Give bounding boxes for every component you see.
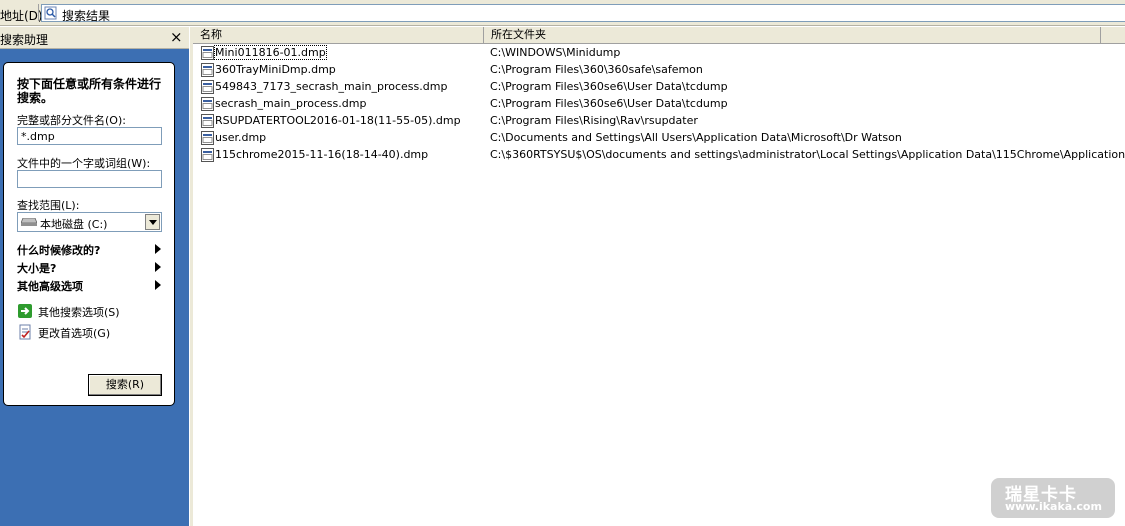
dump-file-icon [201, 114, 214, 128]
address-separator [38, 4, 39, 21]
filename-label: 完整或部分文件名(O): [17, 114, 126, 127]
column-header-folder[interactable]: 所在文件夹 [484, 27, 1101, 43]
search-instructions: 按下面任意或所有条件进行搜索。 [17, 77, 162, 105]
table-row[interactable]: Mini011816-01.dmp C:\WINDOWS\Minidump [193, 45, 1125, 62]
phrase-input[interactable] [17, 170, 162, 188]
folder-cell: C:\WINDOWS\Minidump [490, 46, 621, 59]
folder-cell: C:\Program Files\360\360safe\safemon [490, 63, 703, 76]
expand-arrow-icon [155, 280, 161, 290]
dump-file-icon [201, 97, 214, 111]
phrase-label: 文件中的一个字或词组(W): [17, 157, 151, 170]
dump-file-icon [201, 63, 214, 77]
folder-cell: C:\Program Files\360se6\User Data\tcdump [490, 80, 728, 93]
advanced-options[interactable]: 其他高级选项 [17, 278, 161, 294]
address-value: 搜索结果 [62, 9, 111, 23]
address-field[interactable]: 搜索结果 [41, 4, 1125, 23]
change-preferences-label: 更改首选项(G) [38, 327, 111, 340]
size-label: 大小是? [17, 262, 57, 275]
table-row[interactable]: user.dmp C:\Documents and Settings\All Us… [193, 130, 1125, 147]
folder-cell: C:\Documents and Settings\All Users\Appl… [490, 131, 902, 144]
watermark-url: www.ikaka.com [1005, 500, 1102, 513]
folder-cell: C:\Program Files\Rising\Rav\rsupdater [490, 114, 698, 127]
file-name-cell: user.dmp [215, 131, 267, 144]
when-modified-label: 什么时候修改的? [17, 244, 101, 257]
preferences-icon [19, 324, 31, 340]
file-name-cell: 549843_7173_secrash_main_process.dmp [215, 80, 448, 93]
look-in-select[interactable]: 本地磁盘 (C:) [17, 212, 162, 232]
address-label: 地址(D) [0, 9, 43, 23]
watermark-logo: 瑞星卡卡 www.ikaka.com [991, 478, 1115, 518]
search-companion-pane: 搜索助理 × 按下面任意或所有条件进行搜索。 完整或部分文件名(O): 文件中的… [0, 27, 189, 526]
close-icon[interactable]: × [170, 28, 183, 46]
pane-title: 搜索助理 [0, 33, 49, 47]
results-list: 名称 所在文件夹 Mini011816-01.dmp C:\WINDOWS\Min… [190, 27, 1125, 526]
size-option[interactable]: 大小是? [17, 260, 161, 276]
search-criteria-card: 按下面任意或所有条件进行搜索。 完整或部分文件名(O): 文件中的一个字或词组(… [3, 62, 175, 406]
advanced-options-label: 其他高级选项 [17, 280, 83, 293]
file-name-cell: RSUPDATERTOOL2016-01-18(11-55-05).dmp [215, 114, 461, 127]
chevron-down-icon[interactable] [145, 214, 160, 230]
folder-cell: C:\Program Files\360se6\User Data\tcdump [490, 97, 728, 110]
table-row[interactable]: 549843_7173_secrash_main_process.dmp C:\P… [193, 79, 1125, 96]
green-arrow-icon [18, 304, 32, 318]
search-results-icon [44, 6, 57, 20]
expand-arrow-icon [155, 244, 161, 254]
file-name-cell: 360TrayMiniDmp.dmp [215, 63, 336, 76]
table-row[interactable]: RSUPDATERTOOL2016-01-18(11-55-05).dmp C:\… [193, 113, 1125, 130]
other-search-options-label: 其他搜索选项(S) [38, 306, 120, 319]
filename-input[interactable] [17, 127, 162, 145]
table-row[interactable]: secrash_main_process.dmp C:\Program Files… [193, 96, 1125, 113]
when-modified-option[interactable]: 什么时候修改的? [17, 242, 161, 258]
pane-header: 搜索助理 × [0, 27, 189, 49]
table-row[interactable]: 115chrome2015-11-16(18-14-40).dmp C:\$360… [193, 147, 1125, 164]
drive-icon [21, 218, 37, 226]
file-name-cell: Mini011816-01.dmp [214, 45, 327, 60]
dump-file-icon [201, 148, 214, 162]
list-header: 名称 所在文件夹 [193, 27, 1125, 44]
address-bar: 地址(D) 搜索结果 [0, 0, 1125, 26]
file-name-cell: secrash_main_process.dmp [215, 97, 367, 110]
dump-file-icon [201, 46, 214, 60]
look-in-value: 本地磁盘 (C:) [40, 218, 108, 231]
table-row[interactable]: 360TrayMiniDmp.dmp C:\Program Files\360\3… [193, 62, 1125, 79]
search-button[interactable]: 搜索(R) [88, 374, 162, 396]
expand-arrow-icon [155, 262, 161, 272]
folder-cell: C:\$360RTSYSU$\OS\documents and settings… [490, 148, 1125, 161]
dump-file-icon [201, 131, 214, 145]
column-header-name[interactable]: 名称 [193, 27, 484, 43]
file-name-cell: 115chrome2015-11-16(18-14-40).dmp [215, 148, 429, 161]
dump-file-icon [201, 80, 214, 94]
look-in-label: 查找范围(L): [17, 199, 80, 212]
